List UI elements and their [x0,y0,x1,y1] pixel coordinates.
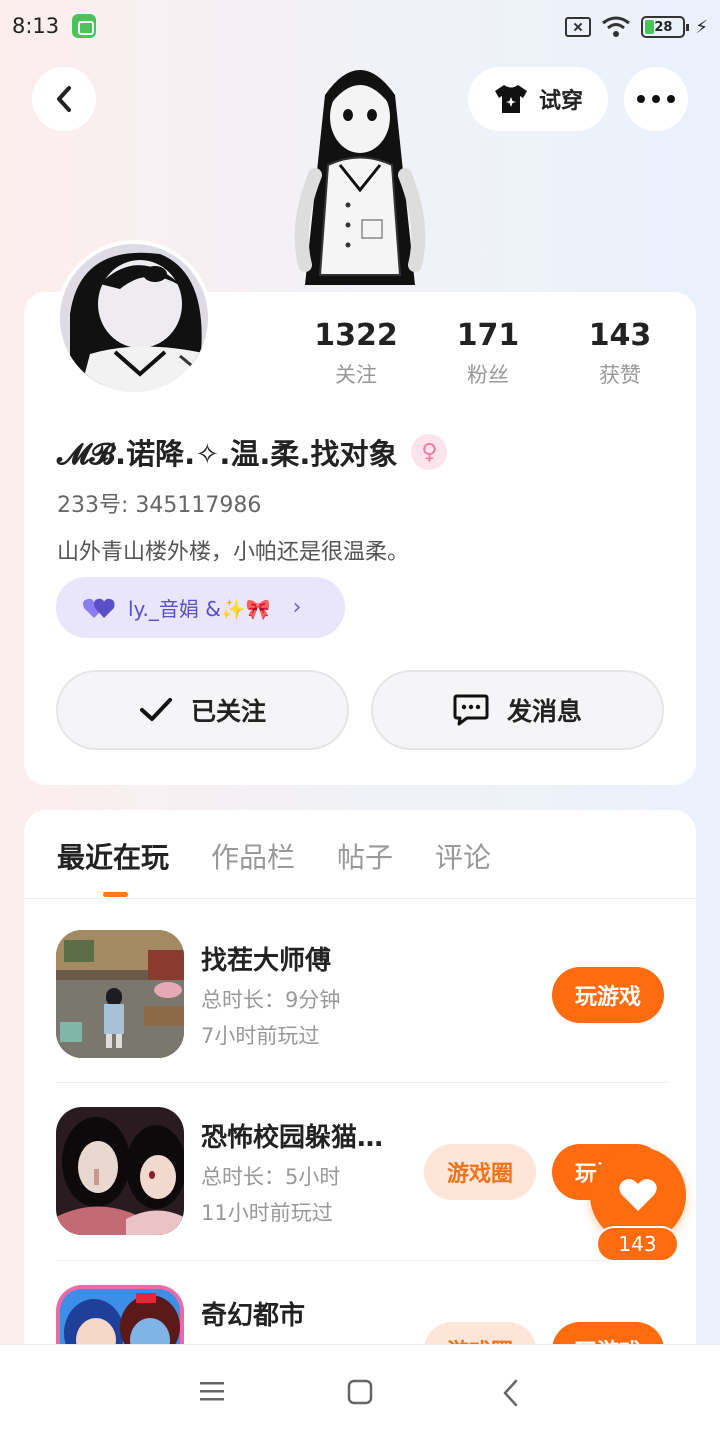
system-nav-bar [0,1344,720,1440]
wifi-icon [602,16,631,37]
profile-avatar[interactable] [56,240,212,396]
menu-icon[interactable] [199,1379,225,1403]
play-game-button[interactable]: 玩游戏 [552,1322,664,1344]
battery-level: 28 [654,19,673,35]
stat-label: 获赞 [599,363,641,387]
play-game-button[interactable]: 玩游戏 [552,967,664,1023]
username-row: 𝓜𝓑.诺降.✧.温.柔.找对象 ♀ [57,431,448,473]
row-divider [56,1260,668,1261]
more-options-button[interactable] [624,67,688,131]
user-id: 233号: 345117986 [57,493,262,518]
status-icons: 28 ⚡ [565,14,708,40]
user-bio: 山外青山楼外楼，小帕还是很温柔。 [57,540,410,565]
content-tabs: 最近在玩 作品栏 帖子 评论 [57,836,491,876]
double-heart-icon [83,598,115,618]
nav-back-icon[interactable] [501,1379,521,1407]
try-on-button[interactable]: 试穿 [468,67,608,131]
heart-icon [619,1179,657,1211]
game-item[interactable]: 恐怖校园躲猫… 总时长：5小时 11小时前玩过 游戏圈 玩游戏 [56,1107,668,1237]
stat-value: 143 [588,318,652,353]
game-icon-image[interactable] [56,1107,184,1235]
game-item[interactable]: 奇幻都市 游戏圈 玩游戏 [56,1285,668,1344]
tab-comments[interactable]: 评论 [435,836,491,876]
game-icon-image[interactable] [56,1285,184,1344]
like-count: 143 [596,1226,679,1262]
game-title: 奇幻都市 [201,1301,306,1331]
stat-label: 关注 [335,363,377,387]
stat-likes[interactable]: 143 获赞 [554,318,686,389]
battery-icon: 28 [641,16,690,38]
home-icon[interactable] [347,1379,373,1405]
app-notification-icon [72,14,96,38]
game-circle-button[interactable]: 游戏圈 [424,1322,536,1344]
stat-label: 粉丝 [467,363,509,387]
tabs-divider [24,898,696,899]
game-title: 恐怖校园躲猫… [201,1123,384,1153]
send-message-button[interactable]: 发消息 [371,670,664,750]
game-duration: 总时长：9分钟 [201,988,341,1012]
cp-tag-label: ly._音娟 &✨🎀 [128,597,271,621]
more-dots-icon [637,95,675,103]
female-icon: ♀ [411,434,448,470]
username: 𝓜𝓑.诺降.✧.温.柔.找对象 [57,437,398,471]
sim-off-icon [565,17,592,37]
chevron-right-icon: › [292,595,302,620]
send-message-label: 发消息 [506,697,582,726]
followed-button[interactable]: 已关注 [56,670,349,750]
game-last-played: 11小时前玩过 [201,1201,333,1225]
avatar-figure-image[interactable] [270,55,450,295]
check-icon [139,698,172,721]
tab-works[interactable]: 作品栏 [211,836,295,876]
status-bar: 8:13 28 ⚡ [0,0,720,54]
stat-followers[interactable]: 171 粉丝 [422,318,554,389]
back-arrow-icon [57,86,71,112]
active-tab-indicator [103,892,128,897]
try-on-label: 试穿 [538,89,583,114]
game-item[interactable]: 找茬大师傅 总时长：9分钟 7小时前玩过 玩游戏 [56,930,668,1060]
game-circle-button[interactable]: 游戏圈 [424,1144,536,1200]
game-title: 找茬大师傅 [201,946,332,976]
followed-label: 已关注 [190,697,266,726]
profile-stats: 1322 关注 171 粉丝 143 获赞 [290,318,686,389]
tshirt-icon [494,85,527,113]
game-duration: 总时长：5小时 [201,1165,341,1189]
stat-value: 1322 [314,318,398,353]
back-button[interactable] [32,67,96,131]
tab-recently-played[interactable]: 最近在玩 [57,836,169,876]
tab-posts[interactable]: 帖子 [337,836,393,876]
stat-value: 171 [456,318,520,353]
game-icon-image[interactable] [56,930,184,1058]
cp-tag[interactable]: ly._音娟 &✨🎀 › [56,577,345,638]
row-divider [56,1082,668,1083]
status-time: 8:13 [12,14,60,38]
charging-icon: ⚡ [695,16,708,38]
stat-following[interactable]: 1322 关注 [290,318,422,389]
game-last-played: 7小时前玩过 [201,1024,320,1048]
message-bubble-icon [453,694,489,726]
